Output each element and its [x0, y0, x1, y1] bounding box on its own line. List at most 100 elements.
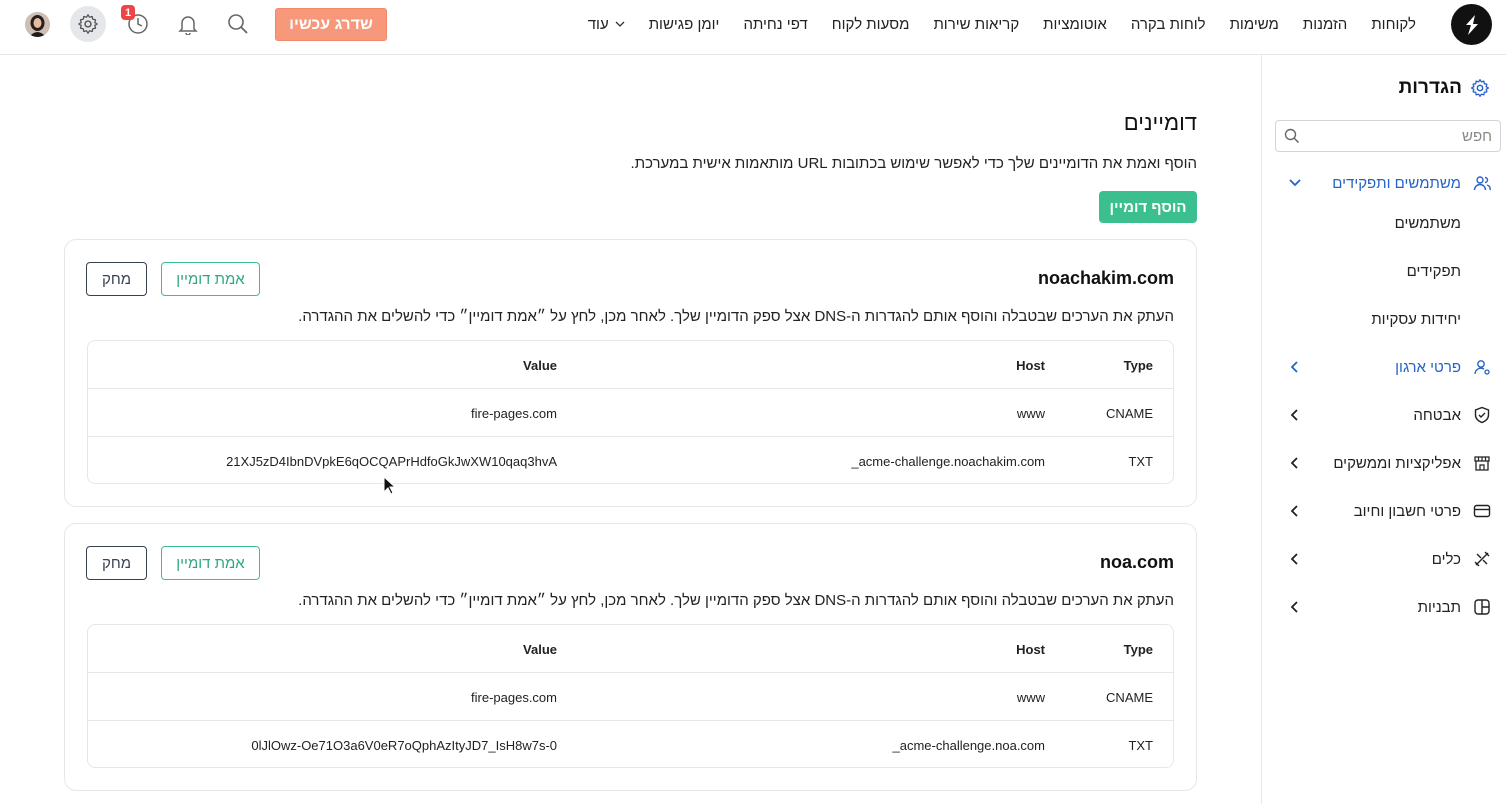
- sidebar-subitem-business-units[interactable]: יחידות עסקיות: [1262, 295, 1506, 343]
- sidebar-item-label: כלים: [1431, 550, 1461, 568]
- dns-instructions: העתק את הערכים שבטבלה והוסף אותם להגדרות…: [298, 592, 1174, 609]
- add-domain-button[interactable]: הוסף דומיין: [1099, 191, 1197, 223]
- sidebar-subitem-label: יחידות עסקיות: [1371, 310, 1461, 328]
- chevron-left-icon: [1290, 457, 1298, 469]
- users-icon: [1473, 176, 1491, 191]
- sidebar-item-apps-integrations[interactable]: אפליקציות וממשקים: [1262, 439, 1506, 487]
- domain-card: noa.com אמת דומיין מחק העתק את הערכים שב…: [64, 523, 1197, 791]
- nav-automations[interactable]: אוטומציות: [1031, 16, 1119, 33]
- upgrade-now-button[interactable]: שדרג עכשיו: [275, 8, 387, 41]
- user-avatar[interactable]: [25, 12, 50, 37]
- delete-domain-button[interactable]: מחק: [86, 262, 147, 296]
- nav-meetings-calendar[interactable]: יומן פגישות: [637, 16, 732, 33]
- sidebar-item-templates[interactable]: תבניות: [1262, 583, 1506, 631]
- table-header-row: Type Host Value: [88, 625, 1173, 673]
- sidebar-item-label: אפליקציות וממשקים: [1333, 454, 1461, 472]
- sidebar-subitem-roles[interactable]: תפקידים: [1262, 247, 1506, 295]
- delete-domain-button[interactable]: מחק: [86, 546, 147, 580]
- sidebar-subitem-label: משתמשים: [1394, 214, 1461, 232]
- sidebar-item-label: תבניות: [1417, 598, 1461, 616]
- sidebar-item-label: פרטי ארגון: [1395, 358, 1461, 376]
- sidebar-item-account-billing[interactable]: פרטי חשבון וחיוב: [1262, 487, 1506, 535]
- mouse-cursor-icon: [383, 476, 397, 495]
- column-header-host: Host: [1016, 642, 1045, 657]
- main-nav: לקוחות הזמנות משימות לוחות בקרה אוטומציו…: [576, 0, 1428, 48]
- credit-card-icon: [1473, 504, 1491, 518]
- page-description: הוסף ואמת את הדומיינים שלך כדי לאפשר שימ…: [630, 155, 1197, 172]
- sidebar-item-security[interactable]: אבטחה: [1262, 391, 1506, 439]
- sidebar-search-input[interactable]: [1276, 121, 1500, 151]
- dns-instructions: העתק את הערכים שבטבלה והוסף אותם להגדרות…: [298, 308, 1174, 325]
- org-user-icon: [1474, 360, 1490, 375]
- sidebar-item-label: פרטי חשבון וחיוב: [1353, 502, 1461, 520]
- bell-icon[interactable]: [173, 9, 203, 39]
- tools-icon: [1474, 551, 1490, 567]
- verify-domain-button[interactable]: אמת דומיין: [161, 262, 260, 296]
- chevron-left-icon: [1290, 505, 1298, 517]
- column-header-type: Type: [1123, 358, 1153, 373]
- chevron-left-icon: [1290, 361, 1298, 373]
- record-host[interactable]: www: [1017, 406, 1045, 421]
- record-type: CNAME: [1106, 690, 1153, 705]
- domains-page: דומיינים הוסף ואמת את הדומיינים שלך כדי …: [0, 55, 1261, 804]
- table-row: TXT _acme-challenge.noachakim.com 21XJ5z…: [88, 437, 1173, 485]
- sidebar-subitem-label: תפקידים: [1406, 262, 1461, 280]
- settings-sidebar: הגדרות משתמשים ותפקידים משתמשים תפקידים …: [1261, 55, 1506, 804]
- column-header-host: Host: [1016, 358, 1045, 373]
- nav-orders[interactable]: הזמנות: [1291, 16, 1359, 33]
- record-type: CNAME: [1106, 406, 1153, 421]
- page-title: דומיינים: [1123, 110, 1197, 135]
- record-type: TXT: [1128, 738, 1153, 753]
- search-icon: [1284, 128, 1300, 149]
- search-icon[interactable]: [223, 9, 253, 39]
- record-host[interactable]: _acme-challenge.noachakim.com: [851, 454, 1045, 469]
- sidebar-search: [1275, 120, 1501, 152]
- sidebar-subitem-users[interactable]: משתמשים: [1262, 199, 1506, 247]
- record-value[interactable]: fire-pages.com: [471, 406, 557, 421]
- gear-icon: [1471, 79, 1489, 98]
- gear-icon: [78, 14, 98, 34]
- column-header-value: Value: [523, 642, 557, 657]
- chevron-left-icon: [1290, 553, 1298, 565]
- record-host[interactable]: www: [1017, 690, 1045, 705]
- domain-card: noachakim.com אמת דומיין מחק העתק את הער…: [64, 239, 1197, 507]
- record-host[interactable]: _acme-challenge.noa.com: [893, 738, 1045, 753]
- nav-more-dropdown[interactable]: עוד: [576, 16, 637, 33]
- record-value[interactable]: 21XJ5zD4IbnDVpkE6qOCQAPrHdfoGkJwXW10qaq3…: [226, 454, 557, 469]
- chevron-down-icon: [615, 21, 625, 27]
- nav-tasks[interactable]: משימות: [1218, 16, 1291, 33]
- nav-customers[interactable]: לקוחות: [1359, 16, 1428, 33]
- column-header-value: Value: [523, 358, 557, 373]
- record-type: TXT: [1128, 454, 1153, 469]
- history-count-badge: 1: [121, 5, 135, 20]
- domain-name: noachakim.com: [1037, 268, 1174, 288]
- table-row: CNAME www fire-pages.com: [88, 389, 1173, 437]
- column-header-type: Type: [1123, 642, 1153, 657]
- sidebar-item-tools[interactable]: כלים: [1262, 535, 1506, 583]
- dns-records-table: Type Host Value CNAME www fire-pages.com…: [87, 624, 1174, 768]
- nav-service-calls[interactable]: קריאות שירות: [921, 16, 1031, 33]
- chevron-down-icon: [1289, 179, 1301, 187]
- sidebar-item-label: אבטחה: [1413, 406, 1461, 424]
- nav-customer-journeys[interactable]: מסעות לקוח: [820, 16, 922, 33]
- nav-dashboards[interactable]: לוחות בקרה: [1119, 16, 1218, 33]
- nav-landing-pages[interactable]: דפי נחיתה: [731, 16, 819, 33]
- domain-name: noa.com: [1099, 552, 1174, 572]
- verify-domain-button[interactable]: אמת דומיין: [161, 546, 260, 580]
- record-value[interactable]: fire-pages.com: [471, 690, 557, 705]
- dns-records-table: Type Host Value CNAME www fire-pages.com…: [87, 340, 1174, 484]
- sidebar-item-org-details[interactable]: פרטי ארגון: [1262, 343, 1506, 391]
- settings-title-text: הגדרות: [1398, 77, 1462, 98]
- chevron-left-icon: [1290, 601, 1298, 613]
- nav-more-label: עוד: [587, 15, 609, 33]
- settings-title: הגדרות: [1399, 77, 1490, 99]
- app-logo[interactable]: [1451, 4, 1492, 45]
- table-row: CNAME www fire-pages.com: [88, 673, 1173, 721]
- sidebar-item-label: משתמשים ותפקידים: [1332, 174, 1461, 192]
- store-icon: [1474, 456, 1490, 471]
- template-icon: [1474, 599, 1490, 615]
- settings-button[interactable]: [70, 6, 106, 42]
- record-value[interactable]: 0lJlOwz-Oe71O3a6V0eR7oQphAzItyJD7_IsH8w7…: [251, 738, 557, 753]
- table-row: TXT _acme-challenge.noa.com 0lJlOwz-Oe71…: [88, 721, 1173, 769]
- shield-icon: [1474, 406, 1490, 424]
